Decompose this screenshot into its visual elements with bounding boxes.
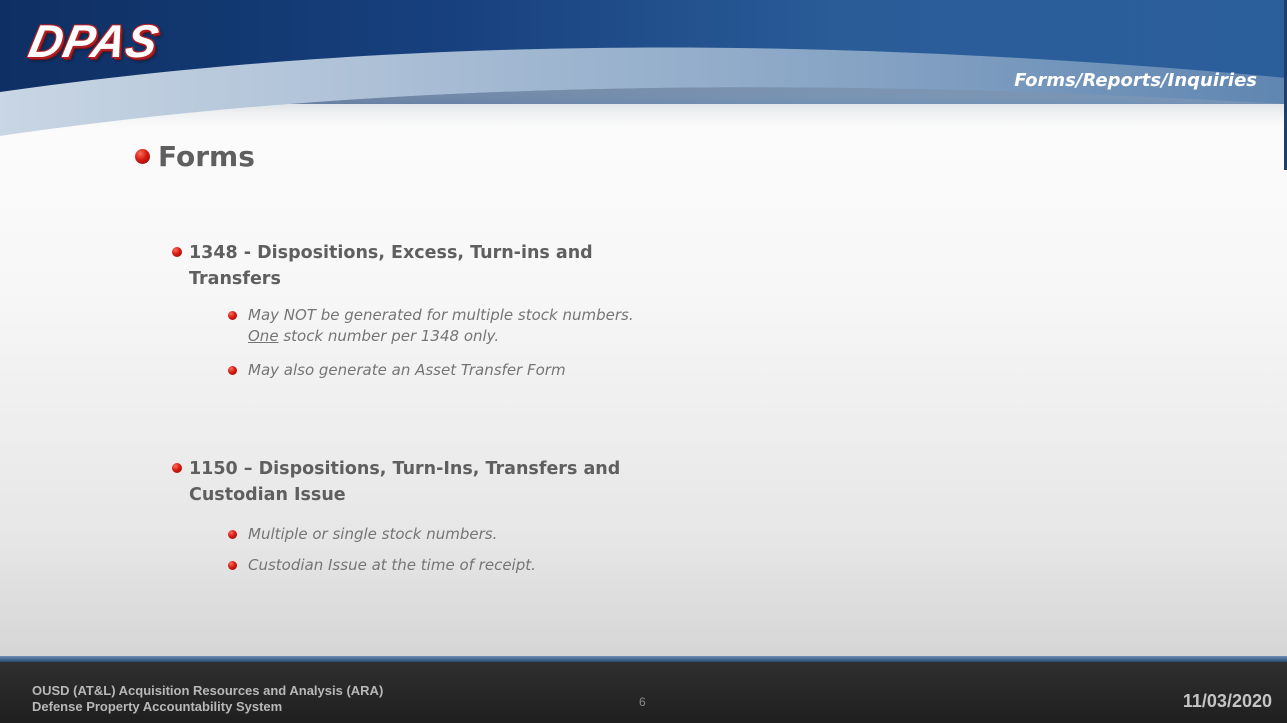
- footer-org-line1: OUSD (AT&L) Acquisition Resources and An…: [32, 683, 384, 698]
- section-title: Forms/Reports/Inquiries: [1014, 70, 1257, 91]
- subitem-1150-custodian: Custodian Issue at the time of receipt.: [228, 555, 828, 576]
- item-title-line2: Transfers: [189, 269, 281, 289]
- bullet-icon: [228, 561, 237, 570]
- underlined-word: One: [248, 327, 279, 345]
- bullet-icon: [228, 366, 237, 375]
- page-number: 6: [639, 695, 646, 709]
- subitem-1150-multiple: Multiple or single stock numbers.: [228, 524, 828, 545]
- subitem-line2: stock number per 1348 only.: [278, 327, 500, 345]
- heading-text: Forms: [158, 139, 255, 173]
- slide-heading: Forms: [135, 136, 255, 176]
- footer-date: 11/03/2020: [1182, 691, 1272, 711]
- bullet-icon: [172, 247, 182, 257]
- item-title-line1: 1150 – Dispositions, Turn-Ins, Transfers…: [189, 459, 621, 479]
- subitem-text: May also generate an Asset Transfer Form: [248, 361, 566, 379]
- dpas-logo: DPAS: [24, 15, 164, 67]
- item-title-line2: Custodian Issue: [189, 485, 346, 505]
- item-1348: 1348 - Dispositions, Excess, Turn-ins an…: [172, 240, 812, 292]
- subitem-1348-multiple: May NOT be generated for multiple stock …: [228, 305, 828, 347]
- slide: DPAS Forms/Reports/Inquiries Forms 1348 …: [0, 0, 1287, 723]
- footer-org-line2: Defense Property Accountability System: [32, 699, 283, 714]
- subitem-1348-transfer-form: May also generate an Asset Transfer Form: [228, 360, 828, 381]
- bullet-icon: [172, 463, 182, 473]
- item-1150: 1150 – Dispositions, Turn-Ins, Transfers…: [172, 456, 812, 508]
- subitem-text: Custodian Issue at the time of receipt.: [248, 556, 536, 574]
- bullet-icon: [228, 530, 237, 539]
- bullet-icon: [135, 148, 150, 164]
- subitem-text: Multiple or single stock numbers.: [248, 525, 498, 543]
- footer-organization: OUSD (AT&L) Acquisition Resources and An…: [32, 683, 383, 715]
- bullet-icon: [228, 311, 237, 320]
- subitem-line1: May NOT be generated for multiple stock …: [248, 306, 634, 324]
- item-title-line1: 1348 - Dispositions, Excess, Turn-ins an…: [189, 243, 593, 263]
